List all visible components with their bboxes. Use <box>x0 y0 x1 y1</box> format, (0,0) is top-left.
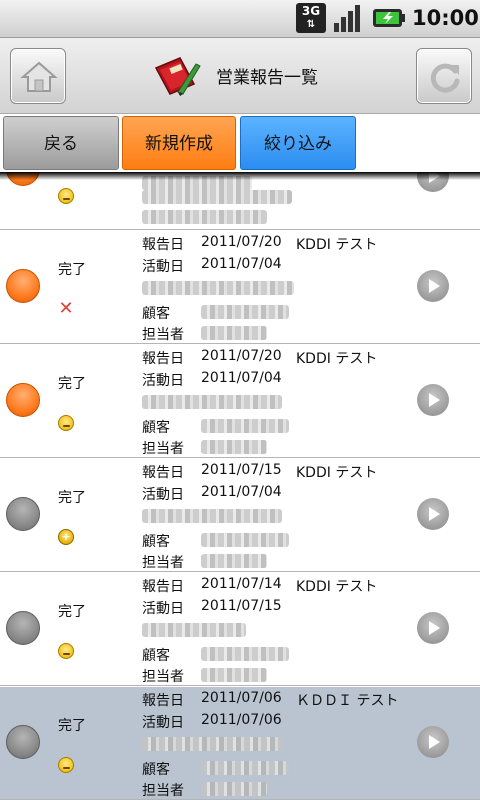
list-item-selected[interactable]: 完了 報告日 2011/07/06 ＫＤＤＩ テスト 活動日 2011/07/0… <box>0 687 480 800</box>
toolbar: 戻る 新規作成 絞り込み <box>0 114 480 172</box>
person-label: 担当者 <box>142 441 184 457</box>
company-name: KDDI テスト <box>296 579 378 595</box>
page-title: 営業報告一覧 <box>216 68 318 88</box>
open-detail-button[interactable] <box>417 612 449 644</box>
report-date-label: 報告日 <box>142 237 184 253</box>
status-dot <box>6 269 40 303</box>
activity-date-label: 活動日 <box>142 715 184 731</box>
report-list[interactable]: 完了 ✕ 報告日 2011/07/20 KDDI テスト 活動日 2011/07… <box>0 172 480 800</box>
status-dot <box>6 172 40 186</box>
list-item[interactable]: 完了 ✕ 報告日 2011/07/20 KDDI テスト 活動日 2011/07… <box>0 231 480 344</box>
3g-icon: 3G ⇅ <box>296 3 326 33</box>
title-bar: 営業報告一覧 <box>0 38 480 114</box>
status-dot <box>6 497 40 531</box>
report-date-label: 報告日 <box>142 465 184 481</box>
signal-icon <box>334 5 360 32</box>
person-label: 担当者 <box>142 327 184 343</box>
smiley-icon <box>58 757 74 773</box>
report-date-label: 報告日 <box>142 693 184 709</box>
report-date: 2011/07/20 <box>201 234 282 250</box>
cross-smiley-icon: + <box>58 529 74 545</box>
activity-date-label: 活動日 <box>142 601 184 617</box>
x-icon: ✕ <box>58 298 74 319</box>
open-detail-button[interactable] <box>417 726 449 758</box>
smiley-icon <box>58 643 74 659</box>
company-name: KDDI テスト <box>296 351 378 367</box>
notebook-pen-icon <box>154 57 201 96</box>
activity-date: 2011/07/04 <box>201 256 282 272</box>
activity-date: 2011/07/06 <box>201 712 282 728</box>
person-label: 担当者 <box>142 555 184 571</box>
open-detail-button[interactable] <box>417 172 449 192</box>
customer-label: 顧客 <box>142 420 170 436</box>
status-bar: 3G ⇅ 10:00 <box>0 0 480 38</box>
back-button[interactable]: 戻る <box>3 116 119 170</box>
company-name: ＫＤＤＩ テスト <box>296 693 399 709</box>
list-item[interactable]: 完了 報告日 2011/07/14 KDDI テスト 活動日 2011/07/1… <box>0 573 480 686</box>
activity-date: 2011/07/04 <box>201 370 282 386</box>
list-item[interactable]: 完了 + 報告日 2011/07/15 KDDI テスト 活動日 2011/07… <box>0 459 480 572</box>
status-label: 完了 <box>58 718 86 734</box>
smiley-icon <box>58 415 74 431</box>
open-detail-button[interactable] <box>417 498 449 530</box>
person-label: 担当者 <box>142 669 184 685</box>
report-date-label: 報告日 <box>142 351 184 367</box>
open-detail-button[interactable] <box>417 384 449 416</box>
status-dot <box>6 383 40 417</box>
status-dot <box>6 725 40 759</box>
company-name: KDDI テスト <box>296 465 378 481</box>
status-label: 完了 <box>58 376 86 392</box>
battery-icon <box>373 9 405 27</box>
refresh-icon <box>430 63 460 93</box>
home-button[interactable] <box>10 48 66 104</box>
status-dot <box>6 611 40 645</box>
activity-date: 2011/07/15 <box>201 598 282 614</box>
new-report-button[interactable]: 新規作成 <box>122 116 236 170</box>
open-detail-button[interactable] <box>417 270 449 302</box>
status-label: 完了 <box>58 490 86 506</box>
report-date: 2011/07/14 <box>201 576 282 592</box>
report-date: 2011/07/06 <box>201 690 282 706</box>
list-item[interactable]: 完了 報告日 2011/07/20 KDDI テスト 活動日 2011/07/0… <box>0 345 480 458</box>
activity-date-label: 活動日 <box>142 487 184 503</box>
report-date-label: 報告日 <box>142 579 184 595</box>
activity-date-label: 活動日 <box>142 259 184 275</box>
customer-label: 顧客 <box>142 306 170 322</box>
report-date: 2011/07/20 <box>201 348 282 364</box>
customer-label: 顧客 <box>142 648 170 664</box>
refresh-button[interactable] <box>416 48 472 104</box>
home-icon <box>20 61 58 92</box>
clock: 10:00 <box>412 6 479 30</box>
smiley-icon <box>58 188 74 204</box>
activity-date: 2011/07/04 <box>201 484 282 500</box>
person-label: 担当者 <box>142 783 184 799</box>
status-label: 完了 <box>58 262 86 278</box>
company-name: KDDI テスト <box>296 237 378 253</box>
list-item-partial[interactable] <box>0 172 480 230</box>
filter-button[interactable]: 絞り込み <box>240 116 356 170</box>
customer-label: 顧客 <box>142 534 170 550</box>
activity-date-label: 活動日 <box>142 373 184 389</box>
customer-label: 顧客 <box>142 762 170 778</box>
status-label: 完了 <box>58 604 86 620</box>
report-date: 2011/07/15 <box>201 462 282 478</box>
